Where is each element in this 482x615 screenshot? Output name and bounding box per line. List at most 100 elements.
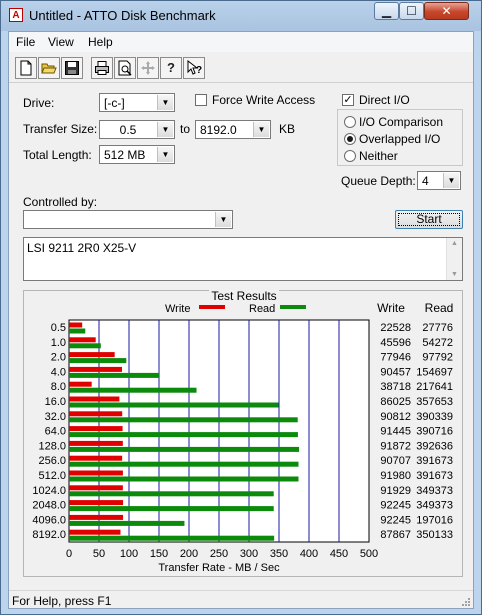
read-column-header: Read [425, 301, 454, 315]
description-scrollbar[interactable]: ▲ ▼ [446, 238, 462, 280]
queue-depth-value: 4 [422, 174, 429, 188]
transfer-from-select[interactable]: 0.5 ▼ [99, 120, 175, 139]
to-label: to [180, 122, 191, 136]
description-textbox[interactable]: LSI 9211 2R0 X25-V ▲ ▼ [23, 237, 463, 281]
read-value: 391673 [416, 470, 453, 482]
read-value: 27776 [422, 322, 453, 334]
start-button[interactable]: Start [395, 210, 463, 229]
write-value: 91872 [380, 440, 411, 452]
write-value: 90812 [380, 411, 411, 423]
write-bar [69, 396, 120, 402]
write-bar [69, 366, 123, 372]
read-value: 350133 [416, 529, 453, 541]
neither-label: Neither [359, 149, 398, 163]
test-results-group: Test Results 0.5 22528 27776 1.0 45596 54272 2… [23, 289, 463, 577]
read-bar [69, 476, 299, 482]
help-question-icon[interactable]: ? [160, 57, 182, 79]
read-bar [69, 417, 298, 423]
read-bar [69, 461, 299, 467]
category-label: 2.0 [51, 352, 66, 364]
category-label: 8.0 [51, 381, 66, 393]
read-value: 197016 [416, 514, 453, 526]
category-label: 2048.0 [32, 500, 66, 512]
minimize-button[interactable]: ▁ [374, 2, 399, 20]
close-button[interactable]: ✕ [424, 2, 469, 20]
total-length-value: 512 MB [104, 148, 146, 162]
x-tick-label: 250 [210, 548, 228, 560]
io-comparison-radio[interactable] [344, 116, 356, 128]
drive-value: [-c-] [104, 96, 125, 110]
category-label: 0.5 [51, 322, 66, 334]
transfer-to-value: 8192.0 [200, 123, 237, 137]
menu-view[interactable]: View [48, 35, 74, 49]
category-label: 16.0 [45, 396, 66, 408]
client-area: File View Help ? ? Drive: [-c-] ▼ Force … [8, 31, 474, 609]
transfer-size-label: Transfer Size: [23, 122, 98, 136]
scroll-up-icon[interactable]: ▲ [447, 240, 462, 247]
menu-help[interactable]: Help [88, 35, 113, 49]
legend-write-label: Write [165, 303, 190, 315]
write-bar [69, 485, 123, 491]
write-value: 91980 [380, 470, 411, 482]
write-value: 90457 [380, 366, 411, 378]
write-bar [69, 440, 123, 446]
force-write-label: Force Write Access [212, 93, 316, 107]
force-write-checkbox[interactable] [195, 94, 207, 106]
write-value: 86025 [380, 396, 411, 408]
write-bar [69, 352, 115, 358]
category-label: 4096.0 [32, 514, 66, 526]
title-bar[interactable]: A Untitled - ATTO Disk Benchmark ▁ ☐ ✕ [1, 1, 481, 31]
scroll-down-icon[interactable]: ▼ [447, 271, 462, 278]
read-value: 217641 [416, 381, 453, 393]
read-value: 357653 [416, 396, 453, 408]
write-bar [69, 529, 121, 535]
queue-depth-label: Queue Depth: [341, 174, 416, 188]
read-bar [69, 328, 86, 334]
controlled-by-select[interactable]: ▼ [23, 210, 233, 229]
chevron-down-icon: ▼ [215, 212, 231, 227]
read-bar [69, 446, 300, 452]
drive-select[interactable]: [-c-] ▼ [99, 93, 175, 112]
category-label: 128.0 [38, 440, 66, 452]
overlapped-io-radio[interactable] [344, 133, 356, 145]
x-tick-label: 100 [120, 548, 138, 560]
resize-grip-icon[interactable] [461, 597, 471, 607]
toolbar: ? ? [9, 54, 473, 83]
legend-write-swatch [199, 305, 225, 309]
read-value: 390339 [416, 411, 453, 423]
x-tick-label: 50 [93, 548, 105, 560]
transfer-to-select[interactable]: 8192.0 ▼ [195, 120, 271, 139]
direct-io-checkbox[interactable]: ✓ [342, 94, 354, 106]
read-value: 390716 [416, 426, 453, 438]
read-value: 349373 [416, 500, 453, 512]
save-disk-icon[interactable] [61, 57, 83, 79]
open-folder-icon[interactable] [38, 57, 60, 79]
read-value: 97792 [422, 352, 453, 364]
print-icon[interactable] [91, 57, 113, 79]
menu-file[interactable]: File [16, 35, 35, 49]
write-value: 38718 [380, 381, 411, 393]
description-text: LSI 9211 2R0 X25-V [27, 241, 137, 255]
write-bar [69, 470, 123, 476]
neither-radio[interactable] [344, 150, 356, 162]
chevron-down-icon: ▼ [253, 122, 269, 137]
write-bar [69, 426, 123, 432]
category-label: 1024.0 [32, 485, 66, 497]
write-value: 92245 [380, 500, 411, 512]
new-document-icon[interactable] [15, 57, 37, 79]
read-bar [69, 387, 197, 393]
print-preview-icon[interactable] [114, 57, 136, 79]
category-label: 8192.0 [32, 529, 66, 541]
write-value: 22528 [380, 322, 411, 334]
queue-depth-select[interactable]: 4 ▼ [417, 171, 461, 190]
move-crosshair-icon[interactable] [137, 57, 159, 79]
legend-read-swatch [280, 305, 306, 309]
maximize-button[interactable]: ☐ [399, 2, 424, 20]
total-length-select[interactable]: 512 MB ▼ [99, 145, 175, 164]
x-tick-label: 400 [300, 548, 318, 560]
write-value: 91929 [380, 485, 411, 497]
legend-read-label: Read [249, 303, 275, 315]
write-bar [69, 455, 123, 461]
context-help-icon[interactable]: ? [183, 57, 205, 79]
total-length-label: Total Length: [23, 148, 92, 162]
